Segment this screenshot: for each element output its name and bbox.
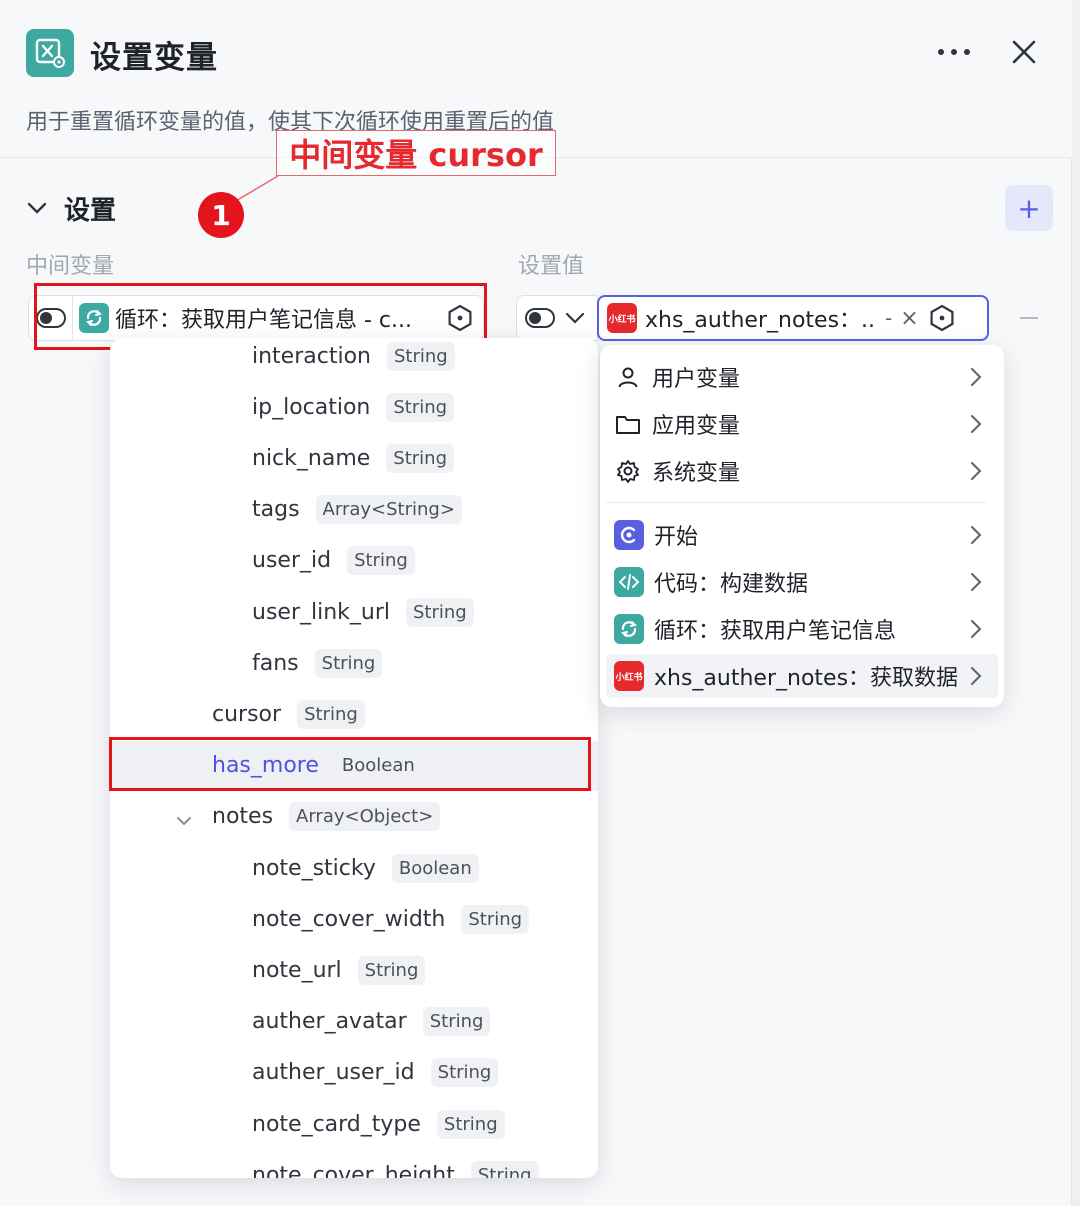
- menu-item-loop[interactable]: 循环：获取用户笔记信息: [606, 607, 998, 651]
- variable-source-menu[interactable]: 用户变量应用变量系统变量开始代码：构建数据循环：获取用户笔记信息 小红书 xhs_a…: [600, 345, 1004, 707]
- type-tag: String: [461, 904, 530, 934]
- menu-item-label: 循环：获取用户笔记信息: [654, 619, 897, 644]
- tree-row-name: tags: [252, 497, 300, 523]
- tree-row[interactable]: auther_user_id String: [110, 1048, 598, 1098]
- type-tag: String: [422, 1007, 491, 1037]
- toggle-icon: [525, 308, 555, 328]
- highlight-frame-has-more: [109, 737, 591, 791]
- value-mode-select[interactable]: [516, 295, 598, 341]
- tree-row-name: cursor: [212, 701, 282, 727]
- menu-item-label: 开始: [654, 525, 699, 550]
- tree-row-name: ip_location: [252, 394, 371, 420]
- tree-row[interactable]: auther_avatar String: [110, 997, 598, 1047]
- chevron-right-icon: [970, 461, 982, 485]
- tree-row-name: interaction: [252, 343, 371, 369]
- menu-item-label: 应用变量: [652, 414, 741, 439]
- annotation-badge: 1: [198, 192, 244, 238]
- tree-row[interactable]: note_cover_width String: [110, 894, 598, 944]
- type-tag: Array<String>: [315, 495, 462, 525]
- tree-row-name: note_cover_height: [252, 1162, 455, 1178]
- type-tag: Array<Object>: [289, 802, 441, 832]
- menu-divider: [606, 502, 986, 503]
- chevron-right-icon: [970, 666, 982, 690]
- chevron-down-icon: [565, 312, 585, 324]
- minus-icon: [1020, 317, 1038, 319]
- type-tag: String: [386, 392, 455, 422]
- menu-item-label: 用户变量: [652, 367, 741, 392]
- chevron-right-icon: [970, 619, 982, 643]
- menu-item-folder[interactable]: 应用变量: [606, 402, 998, 446]
- menu-item-label: 系统变量: [652, 461, 741, 486]
- menu-item-gear[interactable]: 系统变量: [606, 449, 998, 493]
- set-variable-panel: 设置变量 用于重置循环变量的值，使其下次循环使用重置后的值 设置 + 中间变量 …: [0, 0, 1072, 1206]
- tree-row-name: note_sticky: [252, 855, 376, 881]
- type-tag: String: [430, 1058, 499, 1088]
- set-value-select[interactable]: 小红书 xhs_auther_notes：... - ×: [597, 295, 989, 341]
- tree-row[interactable]: note_card_type String: [110, 1099, 598, 1149]
- start-icon: [614, 520, 644, 550]
- type-tag: String: [347, 546, 415, 576]
- tree-row[interactable]: ip_location String: [110, 382, 598, 432]
- tree-row-name: fans: [252, 650, 299, 676]
- menu-item-label: 代码：构建数据: [654, 572, 809, 597]
- annotation-callout: 中间变量 cursor: [276, 130, 556, 176]
- menu-item-code[interactable]: 代码：构建数据: [606, 560, 998, 604]
- tree-row-name: auther_user_id: [252, 1060, 415, 1086]
- clear-value-button[interactable]: ×: [900, 306, 918, 331]
- separator-dash: -: [885, 306, 893, 330]
- remove-row-button[interactable]: [1018, 307, 1040, 329]
- tree-row[interactable]: interaction String: [110, 338, 598, 381]
- menu-item-label: xhs_auther_notes：获取数据: [654, 666, 959, 691]
- tree-row[interactable]: note_sticky Boolean: [110, 843, 598, 893]
- tree-row[interactable]: cursor String: [110, 689, 598, 739]
- menu-item-user[interactable]: 用户变量: [606, 355, 998, 399]
- tree-row[interactable]: fans String: [110, 638, 598, 688]
- xiaohongshu-icon: 小红书: [607, 303, 637, 333]
- tree-row-name: notes: [212, 804, 274, 830]
- set-value-text: xhs_auther_notes：...: [645, 308, 877, 333]
- type-tag: String: [386, 341, 455, 371]
- type-tag: String: [470, 1160, 539, 1178]
- user-icon: [614, 365, 642, 389]
- chevron-down-icon[interactable]: [176, 811, 192, 830]
- gear-icon: [614, 459, 642, 483]
- tree-row-name: nick_name: [252, 445, 371, 471]
- type-tag: String: [357, 955, 426, 985]
- tree-row[interactable]: note_cover_height String: [110, 1150, 598, 1178]
- tree-row[interactable]: note_url String: [110, 945, 598, 995]
- code-icon: [614, 567, 644, 597]
- tree-row-name: note_cover_width: [252, 906, 446, 932]
- type-tag: Boolean: [391, 853, 479, 883]
- value-picker-button[interactable]: [927, 303, 957, 333]
- chevron-right-icon: [970, 367, 982, 391]
- xiaohongshu-icon: 小红书: [614, 661, 644, 691]
- type-tag: String: [406, 597, 474, 627]
- variable-hex-icon: [930, 304, 954, 332]
- menu-item-xiaohongshu[interactable]: 小红书 xhs_auther_notes：获取数据: [606, 654, 998, 698]
- tree-row-name: auther_avatar: [252, 1009, 407, 1035]
- chevron-right-icon: [970, 525, 982, 549]
- tree-row-name: note_card_type: [252, 1111, 421, 1137]
- type-tag: String: [297, 699, 365, 729]
- chevron-right-icon: [970, 414, 982, 438]
- type-tag: String: [314, 648, 383, 678]
- menu-item-start[interactable]: 开始: [606, 513, 998, 557]
- tree-row[interactable]: user_id String: [110, 536, 598, 586]
- tree-row[interactable]: notes Array<Object>: [110, 792, 598, 842]
- tree-row[interactable]: tags Array<String>: [110, 485, 598, 535]
- tree-row[interactable]: nick_name String: [110, 433, 598, 483]
- tree-row-name: user_link_url: [252, 599, 390, 625]
- tree-row-name: user_id: [252, 548, 332, 574]
- chevron-right-icon: [970, 572, 982, 596]
- type-tag: String: [386, 443, 455, 473]
- tree-row[interactable]: user_link_url String: [110, 587, 598, 637]
- loop-icon: [614, 614, 644, 644]
- tree-row-name: note_url: [252, 957, 342, 983]
- type-tag: String: [436, 1109, 505, 1139]
- folder-icon: [614, 413, 642, 435]
